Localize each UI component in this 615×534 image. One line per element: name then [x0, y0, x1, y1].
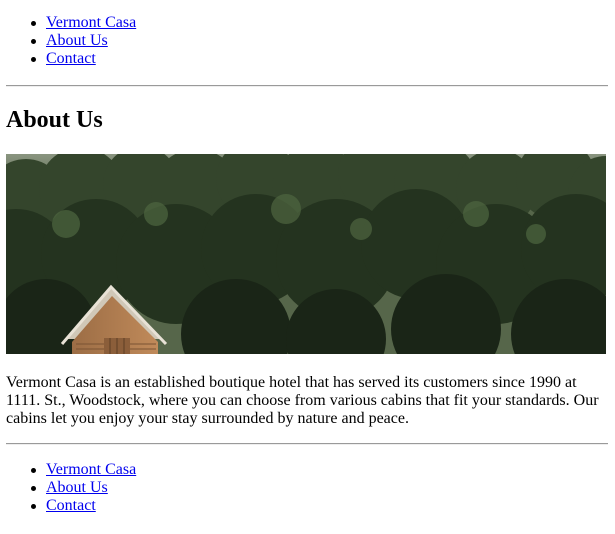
page-title: About Us — [6, 107, 103, 133]
nav-link-about-us[interactable]: About Us — [46, 32, 108, 49]
bullet-icon — [31, 39, 36, 44]
bullet-icon — [31, 21, 36, 26]
nav-link-contact[interactable]: Contact — [46, 50, 96, 67]
nav-link-vermont-casa[interactable]: Vermont Casa — [46, 14, 136, 31]
footer-item-about-us: About Us — [0, 479, 136, 497]
footer-item-vermont-casa: Vermont Casa — [0, 461, 136, 479]
nav-item-vermont-casa: Vermont Casa — [0, 14, 136, 32]
top-nav: Vermont Casa About Us Contact — [0, 14, 136, 68]
nav-item-about-us: About Us — [0, 32, 136, 50]
bullet-icon — [31, 504, 36, 509]
footer-link-contact[interactable]: Contact — [46, 497, 96, 514]
bullet-icon — [31, 57, 36, 62]
bottom-divider — [6, 443, 608, 445]
hero-image — [6, 154, 606, 354]
bullet-icon — [31, 468, 36, 473]
footer-link-vermont-casa[interactable]: Vermont Casa — [46, 461, 136, 478]
forest-cabin-illustration — [6, 154, 606, 354]
footer-item-contact: Contact — [0, 497, 136, 515]
nav-item-contact: Contact — [0, 50, 136, 68]
intro-paragraph: Vermont Casa is an established boutique … — [6, 374, 599, 427]
footer-link-about-us[interactable]: About Us — [46, 479, 108, 496]
bullet-icon — [31, 486, 36, 491]
top-divider — [6, 85, 608, 87]
footer-nav: Vermont Casa About Us Contact — [0, 461, 136, 515]
